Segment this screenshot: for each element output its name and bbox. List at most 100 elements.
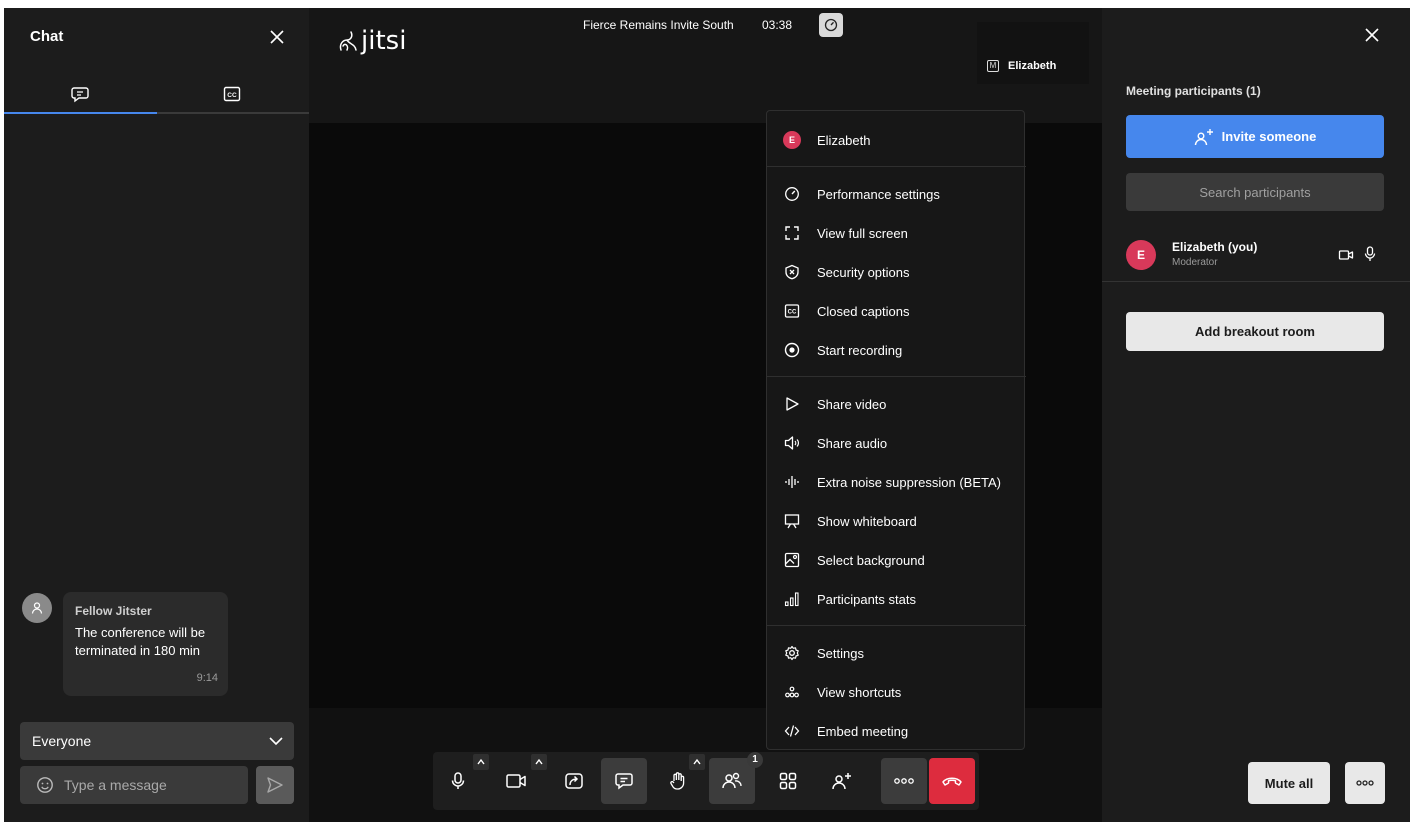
play-icon [783, 395, 801, 413]
jitsi-mark-icon [337, 28, 359, 54]
menu-divider [767, 625, 1026, 626]
camera-icon [505, 771, 527, 791]
gauge-icon [783, 185, 801, 203]
chevron-down-icon [268, 733, 284, 749]
chat-panel: Chat CC Fellow Jitster The conference wi… [4, 8, 309, 822]
participants-icon [721, 771, 743, 791]
message-sender: Fellow Jitster [75, 604, 152, 618]
chat-title: Chat [30, 28, 64, 45]
menu-item-embed-meeting[interactable]: Embed meeting [767, 712, 1026, 750]
close-chat-icon[interactable] [268, 28, 286, 46]
menu-label: Closed captions [817, 303, 910, 319]
microphone-icon [448, 771, 468, 791]
menu-item-start-recording[interactable]: Start recording [767, 331, 1026, 369]
menu-item-noise-suppression[interactable]: Extra noise suppression (BETA) [767, 463, 1026, 501]
hangup-icon [941, 774, 963, 788]
svg-text:CC: CC [227, 92, 237, 99]
reactions-caret[interactable] [689, 754, 705, 770]
svg-text:CC: CC [788, 310, 797, 316]
hangup-button[interactable] [929, 758, 975, 804]
menu-divider [767, 166, 1026, 167]
message-text: The conference will be terminated in 180… [75, 625, 206, 658]
waveform-icon [783, 473, 801, 491]
send-icon [266, 776, 284, 794]
speaker-icon [783, 434, 801, 452]
menu-item-user[interactable]: E Elizabeth [767, 121, 1026, 159]
participants-title: Meeting participants (1) [1126, 84, 1261, 98]
more-actions-button[interactable] [881, 758, 927, 804]
recipient-select[interactable]: Everyone [20, 722, 294, 760]
menu-item-view-full-screen[interactable]: View full screen [767, 214, 1026, 252]
menu-label: Settings [817, 645, 864, 661]
menu-label: Share video [817, 396, 887, 412]
add-user-icon [831, 771, 853, 791]
menu-item-share-audio[interactable]: Share audio [767, 424, 1026, 462]
participants-count-badge: 1 [747, 752, 763, 768]
emoji-icon[interactable] [36, 776, 54, 794]
tile-view-button[interactable] [765, 758, 811, 804]
chat-message: Fellow Jitster The conference will be te… [63, 592, 228, 696]
invite-someone-button[interactable]: Invite someone [1126, 115, 1384, 158]
tile-view-icon [778, 771, 798, 791]
code-icon [783, 722, 801, 740]
chat-button[interactable] [601, 758, 647, 804]
microphone-options-caret[interactable] [473, 754, 489, 770]
self-name: Elizabeth [1008, 60, 1057, 72]
sender-avatar [22, 593, 52, 623]
participants-panel: Meeting participants (1) Invite someone … [1102, 8, 1410, 822]
self-view-thumbnail[interactable]: M Elizabeth [977, 22, 1089, 84]
image-icon [783, 551, 801, 569]
toolbar: 1 [433, 752, 979, 810]
menu-label: Share audio [817, 435, 888, 451]
send-button[interactable] [256, 766, 294, 804]
message-input[interactable]: Type a message [20, 766, 248, 804]
camera-options-caret[interactable] [531, 754, 547, 770]
menu-label: Start recording [817, 342, 903, 358]
performance-button[interactable] [819, 13, 843, 37]
menu-divider [767, 376, 1026, 377]
message-time: 9:14 [196, 672, 218, 684]
fullscreen-icon [783, 224, 801, 242]
logo-text: jitsi [361, 26, 407, 56]
close-participants-icon[interactable] [1363, 26, 1381, 44]
meeting-name: Fierce Remains Invite South [583, 18, 734, 32]
search-participants-input[interactable]: Search participants [1126, 173, 1384, 211]
menu-item-share-video[interactable]: Share video [767, 385, 1026, 423]
share-screen-icon [564, 771, 584, 791]
menu-user-name: Elizabeth [817, 132, 871, 148]
microphone-icon [1364, 246, 1376, 262]
menu-item-security-options[interactable]: Security options [767, 253, 1026, 291]
jitsi-logo[interactable]: jitsi [337, 26, 406, 56]
more-dots-icon [893, 777, 915, 785]
menu-label: Show whiteboard [817, 513, 917, 529]
menu-item-settings[interactable]: Settings [767, 634, 1026, 672]
menu-label: Embed meeting [817, 723, 909, 739]
closed-captions-icon: CC [783, 302, 801, 320]
tab-chat[interactable] [4, 74, 156, 114]
menu-label: Extra noise suppression (BETA) [817, 474, 1001, 490]
menu-item-participants-stats[interactable]: Participants stats [767, 580, 1026, 618]
gear-icon [783, 644, 801, 662]
mute-all-button[interactable]: Mute all [1248, 762, 1330, 804]
menu-label: Security options [817, 264, 910, 280]
menu-item-performance-settings[interactable]: Performance settings [767, 175, 1026, 213]
invite-button[interactable] [819, 758, 865, 804]
shield-icon [783, 263, 801, 281]
menu-item-select-background[interactable]: Select background [767, 541, 1026, 579]
menu-item-show-whiteboard[interactable]: Show whiteboard [767, 502, 1026, 540]
participant-name: Elizabeth (you) [1172, 240, 1258, 254]
participants-more-button[interactable] [1345, 762, 1385, 804]
more-actions-menu: E Elizabeth Performance settings View fu… [766, 110, 1026, 750]
participant-item[interactable]: E Elizabeth (you) Moderator [1102, 230, 1410, 282]
chat-bubble-icon [71, 85, 89, 103]
whiteboard-icon [783, 512, 801, 530]
tab-closed-captions[interactable]: CC [156, 74, 308, 114]
moderator-badge: M [987, 60, 999, 72]
menu-label: Performance settings [817, 186, 940, 202]
participant-role: Moderator [1172, 257, 1218, 268]
add-breakout-room-button[interactable]: Add breakout room [1126, 312, 1384, 351]
menu-item-closed-captions[interactable]: CC Closed captions [767, 292, 1026, 330]
share-screen-button[interactable] [551, 758, 597, 804]
menu-item-view-shortcuts[interactable]: View shortcuts [767, 673, 1026, 711]
closed-captions-icon: CC [223, 85, 241, 103]
